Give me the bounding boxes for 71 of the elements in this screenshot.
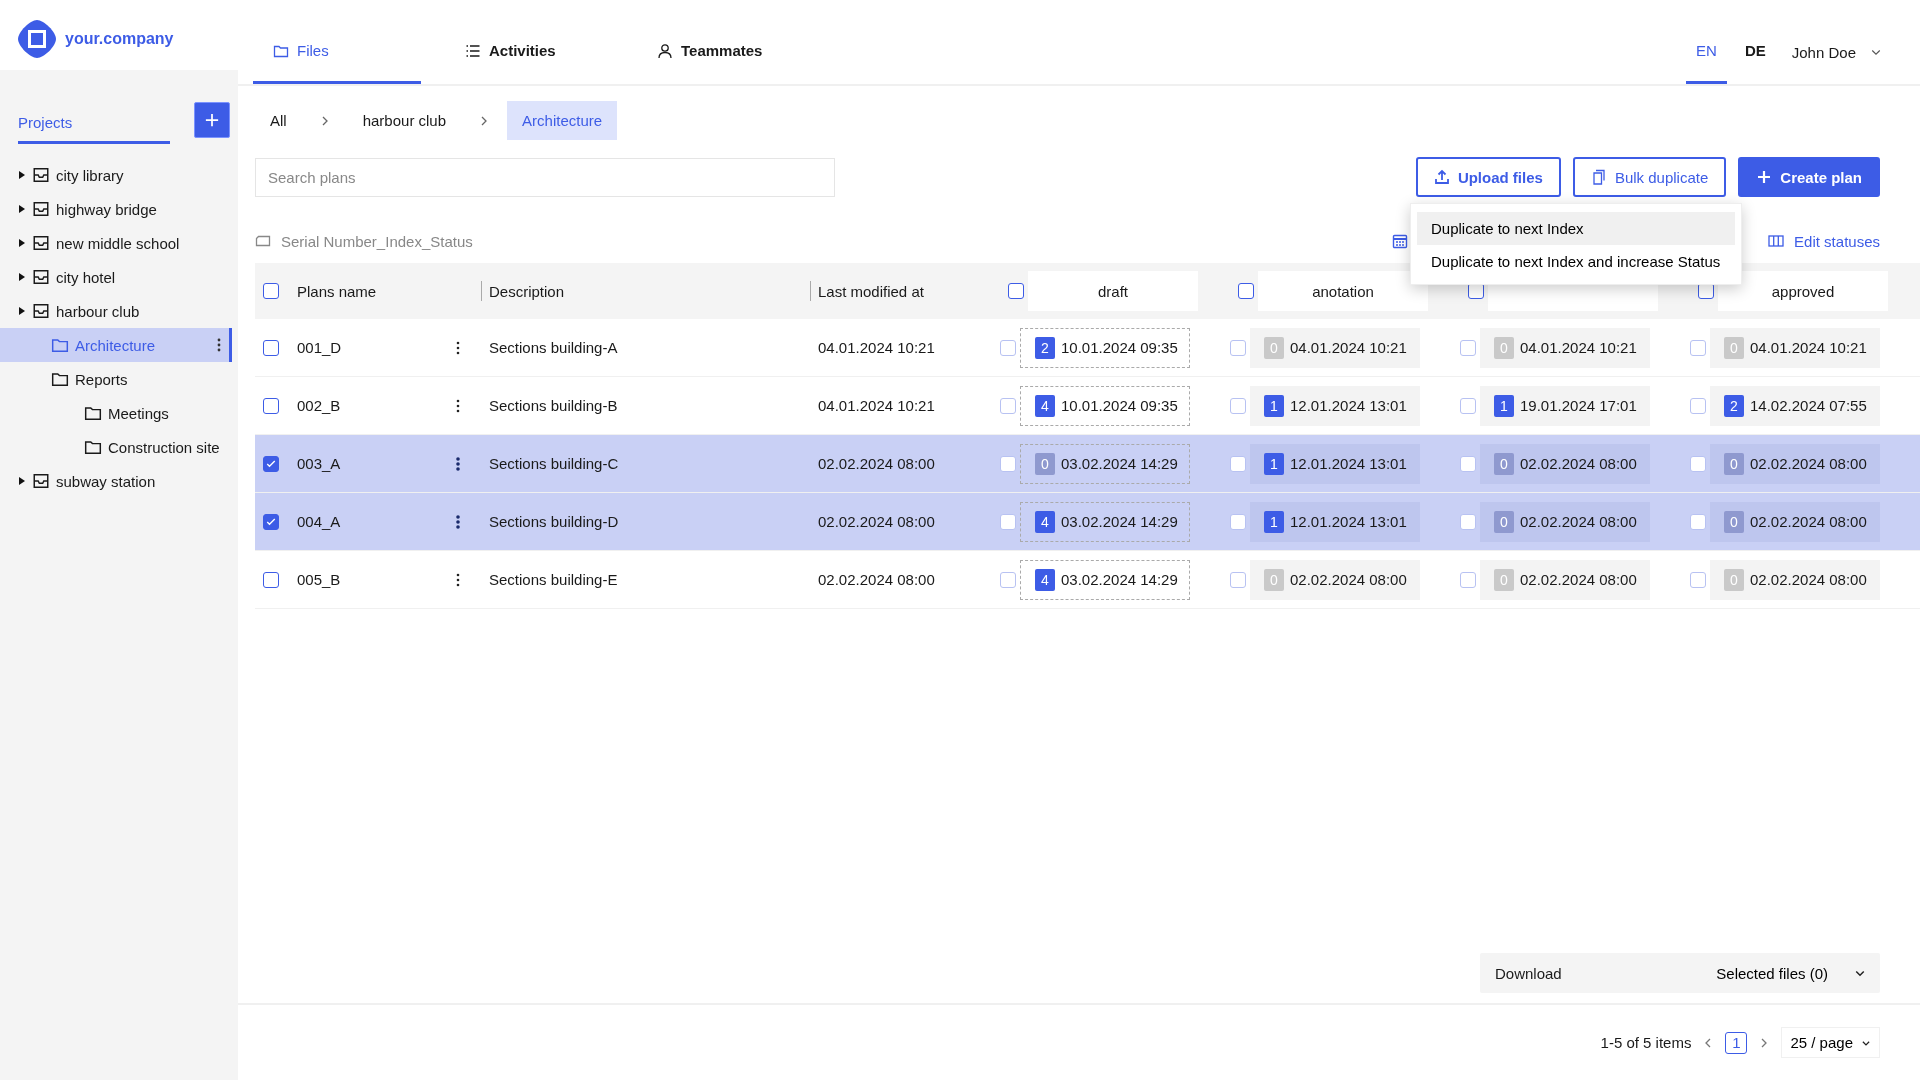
download-label: Download	[1495, 964, 1563, 982]
menu-item[interactable]: Duplicate to next Index	[1417, 212, 1735, 245]
brand-name: your.company	[65, 30, 174, 48]
status-cell[interactable]: 0 02.02.2024 08:00	[1710, 443, 1880, 484]
search-field[interactable]: Search plans	[255, 157, 835, 197]
plan-name: 002_B	[297, 397, 341, 414]
sidebar-item[interactable]: city library	[0, 158, 232, 192]
user-name[interactable]: John Doe	[1791, 43, 1856, 61]
table-cell: Sections building-A	[489, 339, 618, 356]
column-header: Description	[489, 282, 565, 300]
sidebar-item[interactable]: Reports	[0, 362, 232, 396]
status-cell[interactable]: 0 02.02.2024 08:00	[1480, 501, 1650, 542]
table-cell: 04.01.2024 10:21	[818, 339, 935, 356]
language-tab[interactable]: EN	[1686, 0, 1727, 84]
table-cell: Sections building-D	[489, 513, 619, 530]
status-cell[interactable]: 1 12.01.2024 13:01	[1250, 443, 1420, 484]
nav-tab[interactable]: Activities	[445, 0, 613, 84]
breadcrumb[interactable]: All	[255, 101, 302, 140]
page-button[interactable]: 1	[1725, 1031, 1748, 1054]
status-cell[interactable]: 2 14.02.2024 07:55	[1710, 385, 1880, 426]
table-cell: 02.02.2024 08:00	[818, 455, 935, 472]
column-header: Plans name	[297, 282, 378, 300]
plan-name: 004_A	[297, 513, 341, 530]
status-cell[interactable]: 1 19.01.2024 17:01	[1480, 385, 1650, 426]
pagination-summary: 1-5 of 5 items	[1600, 1034, 1692, 1051]
table-cell: Sections building-B	[489, 397, 618, 414]
sidebar-item[interactable]: Architecture	[0, 328, 232, 362]
status-cell[interactable]: 0 02.02.2024 08:00	[1480, 443, 1650, 484]
sidebar-item[interactable]: highway bridge	[0, 192, 232, 226]
table-cell: 04.01.2024 10:21	[818, 397, 935, 414]
table-row[interactable]: 004_A Sections building-D 02.02.2024 08:00 4 03.02.2024 14:29 1 12.01.2024 13:01 0 02.02.2024 08:00 0 02.02.2024 08:00	[255, 493, 1920, 551]
selected-files-dropdown[interactable]: Selected files (0)	[1716, 964, 1866, 982]
table-cell: Sections building-C	[489, 455, 619, 472]
plan-name: 003_A	[297, 455, 341, 472]
status-cell[interactable]: 4 03.02.2024 14:29	[1020, 501, 1190, 542]
status-cell[interactable]: 4 03.02.2024 14:29	[1020, 559, 1190, 600]
table-cell: Sections building-E	[489, 571, 618, 588]
sidebar-item[interactable]: Construction site	[0, 430, 232, 464]
plan-name: 001_D	[297, 339, 342, 356]
status-cell[interactable]: 0 02.02.2024 08:00	[1710, 501, 1880, 542]
status-cell[interactable]: 2 10.01.2024 09:35	[1020, 327, 1190, 368]
plan-name: 005_B	[297, 571, 341, 588]
table-cell: 02.02.2024 08:00	[818, 513, 935, 530]
table-cell: 02.02.2024 08:00	[818, 571, 935, 588]
sidebar-item[interactable]: subway station	[0, 464, 232, 498]
status-cell[interactable]: 1 12.01.2024 13:01	[1250, 501, 1420, 542]
column-header: Last modified at	[818, 282, 924, 300]
upload-button[interactable]: Upload files	[1415, 157, 1561, 197]
status-cell[interactable]: 0 03.02.2024 14:29	[1020, 443, 1190, 484]
nav-tab[interactable]: Files	[253, 0, 421, 84]
sidebar-item[interactable]: new middle school	[0, 226, 232, 260]
breadcrumb[interactable]: harbour club	[347, 101, 462, 140]
breadcrumb[interactable]: Architecture	[507, 101, 618, 140]
table-row[interactable]: 002_B Sections building-B 04.01.2024 10:21 4 10.01.2024 09:35 1 12.01.2024 13:01 1 19.01.2024 17:01 2 14.02.2024 07:55	[255, 377, 1920, 435]
status-header: anotation	[1258, 271, 1428, 311]
table-row[interactable]: 003_A Sections building-C 02.02.2024 08:00 0 03.02.2024 14:29 1 12.01.2024 13:01 0 02.02.2024 08:00 0 02.02.2024 08:00	[255, 435, 1920, 493]
language-tab[interactable]: DE	[1734, 0, 1776, 84]
page-size-select[interactable]: 25 / page	[1781, 1027, 1880, 1058]
edit-statuses-button[interactable]: Edit statuses	[1768, 232, 1880, 250]
status-cell[interactable]: 4 10.01.2024 09:35	[1020, 385, 1190, 426]
sidebar-item[interactable]: Meetings	[0, 396, 232, 430]
naming-pattern: Serial Number_Index_Status	[281, 232, 473, 250]
create-button[interactable]: Create plan	[1738, 157, 1880, 197]
nav-tab[interactable]: Teammates	[637, 0, 805, 84]
duplicate-button[interactable]: Bulk duplicate	[1572, 157, 1727, 197]
status-cell[interactable]: 1 12.01.2024 13:01	[1250, 385, 1420, 426]
projects-tab[interactable]: Projects	[18, 102, 170, 144]
sidebar-item[interactable]: city hotel	[0, 260, 232, 294]
status-header: approved	[1718, 271, 1888, 311]
sidebar-item[interactable]: harbour club	[0, 294, 232, 328]
status-header: draft	[1028, 271, 1198, 311]
